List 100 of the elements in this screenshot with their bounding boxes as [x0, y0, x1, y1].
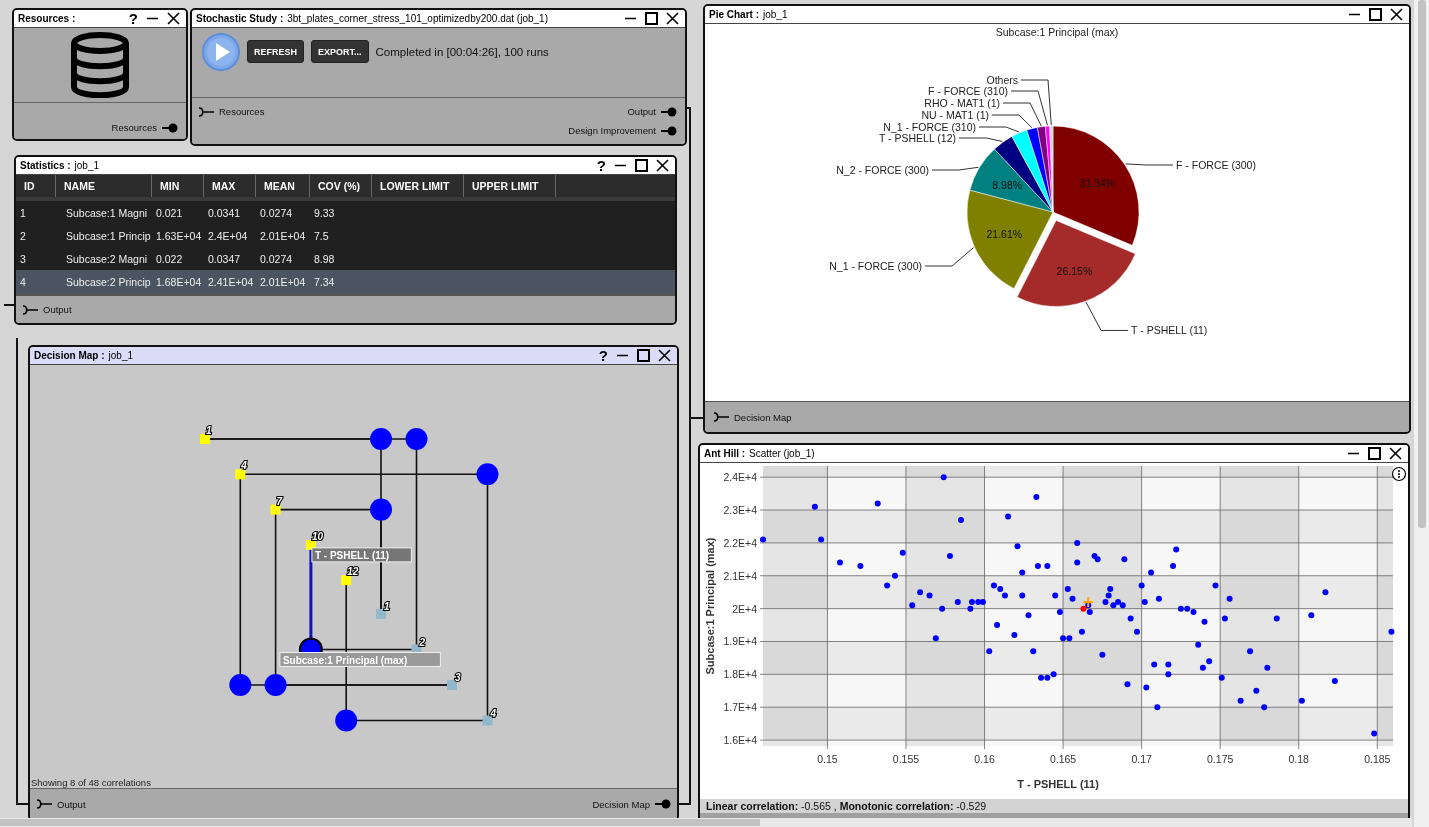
port-label: Output: [57, 798, 86, 810]
table-cell-text: 3: [19, 252, 27, 265]
help-button[interactable]: ?: [128, 11, 138, 26]
category-label: T - PSHELL (12): [878, 132, 956, 144]
axis-tick-label: 0.165: [1049, 753, 1077, 765]
correlation-text: Linear correlation: -0.565 , Monotonic correlation: -0.529: [706, 800, 987, 812]
node-label: 4: [490, 707, 497, 719]
table-cell-text: Subcase:1 Magni: [65, 206, 149, 219]
table-cell-text: Subcase:1 Princip: [65, 229, 152, 242]
window-title: Resources :: [18, 13, 77, 24]
axis-tick-label: 2E+4: [732, 602, 757, 615]
status-text: Completed in [00:04:26], 100 runs: [375, 45, 549, 58]
node-label: 4: [241, 460, 247, 472]
axis-title: T - PSHELL (11): [1017, 778, 1099, 790]
column-header[interactable]: UPPER LIMIT: [464, 175, 556, 197]
table-row[interactable]: 1 Subcase:1 Magni 0.021 0.0341 0.0274 9.33: [16, 201, 675, 224]
table-cell-text: 2.4E+04: [207, 229, 249, 242]
table-cell-text: 0.0341: [207, 206, 242, 219]
category-label: F - FORCE (310): [928, 85, 1008, 97]
window-subtitle: 3bt_plates_corner_stress_101_optimizedby200.dat (job_1): [287, 13, 549, 24]
port-label: Resources: [111, 122, 157, 133]
category-label: N_1 - FORCE (300): [829, 260, 922, 272]
column-header[interactable]: ID: [16, 175, 56, 197]
node-label: 12: [347, 566, 359, 578]
help-button[interactable]: ?: [598, 348, 608, 363]
table-cell-text: 0.021: [155, 206, 184, 219]
table-row[interactable]: 3 Subcase:2 Magni 0.022 0.0347 0.0274 8.98: [16, 247, 675, 270]
category-label: F - FORCE (300): [1176, 159, 1256, 171]
summary-text: Showing 8 of 48 correlations: [30, 777, 152, 788]
value-label: 21.61%: [986, 227, 1023, 240]
axis-tick-label: 1.7E+4: [723, 701, 757, 714]
toolbar-button[interactable]: EXPORT...: [311, 40, 369, 63]
category-label: RHO - MAT1 (1): [924, 97, 1000, 109]
axis-tick-label: 0.16: [974, 753, 995, 765]
node-label: 10: [311, 530, 323, 542]
table-cell-text: 1.63E+04: [155, 229, 203, 242]
axis-tick-label: 1.9E+4: [723, 635, 757, 648]
tooltip: Subcase:1 Principal (max): [279, 652, 441, 667]
port-label: Decision Map: [592, 798, 650, 810]
column-header[interactable]: COV (%): [310, 175, 372, 197]
table-cell-text: 2: [19, 229, 27, 242]
category-label: T - PSHELL (11): [1131, 324, 1208, 337]
column-header[interactable]: LOWER LIMIT: [372, 175, 464, 197]
table-cell-text: 9.33: [313, 206, 336, 219]
axis-tick-label: 0.185: [1364, 753, 1391, 765]
category-label: Others: [986, 74, 1018, 86]
port-label: Output: [627, 106, 656, 117]
value-label: 8.98%: [992, 178, 1023, 191]
node-label: 7: [276, 495, 283, 507]
axis-tick-label: 2.1E+4: [723, 569, 757, 582]
window-title: Stochastic Study :: [196, 13, 284, 24]
port-label: Output: [43, 304, 72, 315]
column-header[interactable]: NAME: [56, 175, 152, 197]
window-subtitle: job_1: [74, 160, 101, 171]
port-label: Decision Map: [734, 411, 792, 423]
table-cell-text: 1: [19, 206, 27, 219]
toolbar-button[interactable]: REFRESH: [247, 40, 304, 63]
help-button[interactable]: ?: [596, 158, 606, 173]
table-cell-text: 0.022: [155, 252, 184, 265]
column-header[interactable]: MAX: [204, 175, 256, 197]
node-label: 1: [384, 601, 390, 612]
axis-tick-label: 1.6E+4: [723, 734, 757, 747]
column-header[interactable]: MEAN: [256, 175, 310, 197]
table-cell-text: 4: [19, 275, 27, 288]
axis-tick-label: 2.2E+4: [723, 536, 757, 549]
node-label: 2: [419, 636, 426, 648]
column-header[interactable]: MIN: [152, 175, 204, 197]
table-cell-text: 7.5: [313, 229, 330, 242]
table-cell-text: 2.01E+04: [259, 229, 307, 242]
table-cell-text: 2.01E+04: [259, 275, 307, 288]
table-cell-text: 1.68E+04: [155, 275, 203, 288]
table-cell-text: 7.34: [313, 275, 336, 288]
axis-title: Subcase:1 Principal (max): [704, 537, 716, 675]
window-subtitle: Scatter (job_1): [749, 448, 816, 459]
window-title: Ant Hill :: [704, 448, 746, 459]
axis-tick-label: 0.15: [817, 753, 838, 765]
table-cell-text: 8.98: [313, 252, 336, 265]
port-label: Resources: [219, 106, 265, 117]
port-label: Design Improvement: [568, 125, 656, 136]
table-cell-text: Subcase:2 Princip: [65, 275, 152, 288]
axis-tick-label: 2.3E+4: [723, 504, 757, 517]
value-label: 31.34%: [1079, 176, 1116, 189]
tooltip: T - PSHELL (11): [311, 547, 412, 563]
category-label: N_1 - FORCE (310): [883, 121, 976, 133]
category-label: NU - MAT1 (1): [921, 109, 989, 121]
window-subtitle: job_1: [108, 350, 135, 361]
value-label: 26.15%: [1056, 264, 1093, 277]
table-cell-text: 2.41E+04: [207, 275, 255, 288]
axis-tick-label: 1.8E+4: [723, 668, 757, 681]
window-title: Pie Chart :: [709, 9, 759, 20]
table-cell-text: 0.0274: [259, 206, 294, 219]
axis-tick-label: 0.155: [892, 753, 920, 765]
table-row[interactable]: 2 Subcase:1 Princip 1.63E+04 2.4E+04 2.01E+04 7.5: [16, 224, 675, 247]
axis-tick-label: 0.17: [1131, 753, 1152, 765]
axis-tick-label: 2.4E+4: [723, 471, 757, 484]
table-cell-text: 0.0274: [259, 252, 294, 265]
table-row[interactable]: 4 Subcase:2 Princip 1.68E+04 2.41E+04 2.01E+04 7.34: [16, 270, 675, 293]
window-subtitle: job_1: [763, 9, 789, 20]
axis-tick-label: 0.18: [1288, 753, 1309, 765]
window-title: Statistics :: [20, 160, 71, 171]
